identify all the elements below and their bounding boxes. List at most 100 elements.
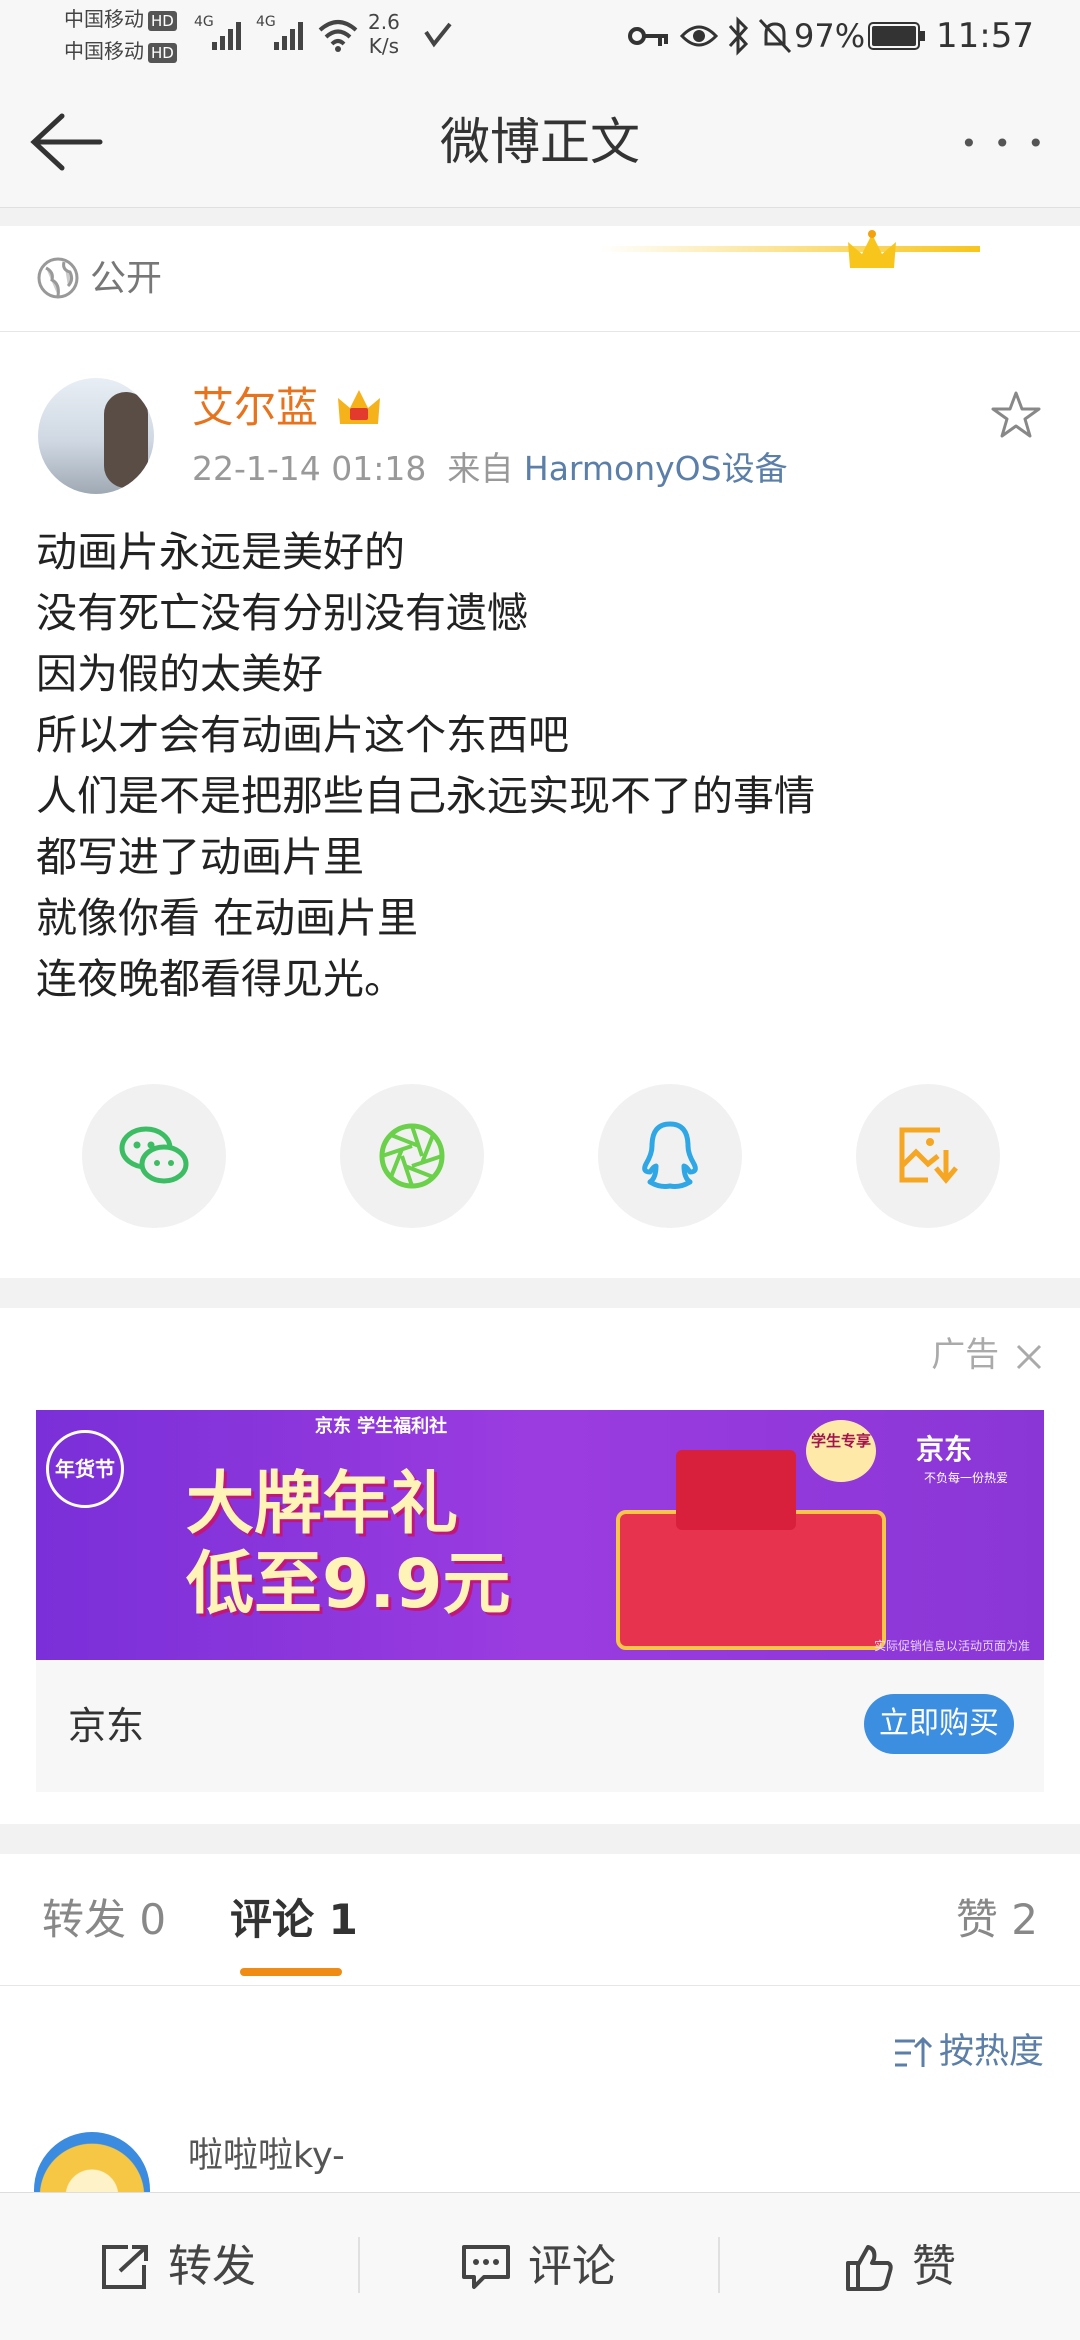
share-moments-button[interactable] xyxy=(340,1084,484,1228)
post-line: 因为假的太美好 xyxy=(36,650,323,698)
repost-icon xyxy=(102,2245,148,2289)
clock: 11:57 xyxy=(936,16,1034,56)
save-image-button[interactable] xyxy=(856,1084,1000,1228)
divider xyxy=(358,2237,360,2293)
hd-badge: HD xyxy=(148,11,177,31)
post-line: 动画片永远是美好的 xyxy=(36,528,405,576)
comment-label: 评论 xyxy=(528,2241,616,2292)
interaction-tabs: 转发 0 评论 1 赞 2 xyxy=(0,1854,1080,1986)
crown-decoration-line xyxy=(600,246,980,252)
tab-like[interactable]: 赞 2 xyxy=(956,1892,1038,1948)
share-wechat-button[interactable] xyxy=(82,1084,226,1228)
close-icon[interactable] xyxy=(1014,1342,1044,1372)
repost-label: 转发 xyxy=(168,2241,256,2292)
net-speed-value: 2.6 xyxy=(368,10,400,34)
visibility-row: 公开 xyxy=(0,226,1080,332)
top-nav: 微博正文 • • • xyxy=(0,72,1080,208)
divider xyxy=(718,2237,720,2293)
crown-icon xyxy=(848,230,896,268)
bottom-action-bar: 转发 评论 赞 xyxy=(0,2192,1080,2340)
save-image-icon xyxy=(899,1127,958,1184)
moments-aperture-icon xyxy=(379,1123,445,1189)
commenter-avatar[interactable] xyxy=(34,2132,150,2192)
hd-badge: HD xyxy=(148,43,177,63)
sort-label: 按热度 xyxy=(938,2032,1044,2072)
globe-icon xyxy=(37,257,79,299)
like-label: 赞 xyxy=(912,2241,956,2292)
favorite-star-icon[interactable] xyxy=(990,390,1042,440)
ad-brand: 京东 xyxy=(68,1704,145,1748)
battery-icon xyxy=(868,22,925,50)
post-line: 就像你看 在动画片里 xyxy=(36,894,419,942)
ad-headline-1: 大牌年礼 xyxy=(186,1465,459,1544)
comment-icon xyxy=(462,2245,510,2289)
more-menu-button[interactable]: • • • xyxy=(961,116,1048,172)
visibility-label: 公开 xyxy=(90,258,163,299)
post-line: 所以才会有动画片这个东西吧 xyxy=(36,711,569,759)
post-meta: 22-1-14 01:18 来自 HarmonyOS设备 xyxy=(192,446,788,492)
commenter-name[interactable]: 啦啦啦ky- xyxy=(188,2132,345,2180)
mute-bell-icon xyxy=(758,18,792,54)
post-time: 22-1-14 01:18 xyxy=(192,449,427,488)
signal-icon xyxy=(274,22,303,50)
post-line: 人们是不是把那些自己永远实现不了的事情 xyxy=(36,772,815,820)
ad-jd-logo: 京东 xyxy=(916,1433,973,1466)
avatar-figure xyxy=(104,392,148,488)
carrier-1: 中国移动 HD xyxy=(64,6,177,32)
bluetooth-icon xyxy=(728,16,749,56)
post-line: 没有死亡没有分别没有遗憾 xyxy=(36,589,528,637)
thumbs-up-icon xyxy=(846,2245,893,2291)
post-content: 动画片永远是美好的 没有死亡没有分别没有遗憾 因为假的太美好 所以才会有动画片这… xyxy=(36,522,1046,1010)
signal-icon xyxy=(212,22,241,50)
ad-banner[interactable]: 年货节 京东 学生福利社 大牌年礼 低至9.9元 学生专享 京东 不负每一份热爱… xyxy=(36,1410,1044,1660)
ad-tag[interactable]: 广告 xyxy=(931,1332,1044,1378)
net-speed: 2.6 K/s xyxy=(368,10,400,58)
carrier-2-label: 中国移动 xyxy=(64,39,144,63)
eye-icon xyxy=(680,25,718,47)
key-icon xyxy=(628,27,668,46)
comments-section: 按热度 啦啦啦ky- xyxy=(0,1986,1080,2192)
ad-gift-box xyxy=(676,1450,796,1530)
wifi-icon xyxy=(318,20,358,52)
ad-card: 广告 年货节 京东 学生福利社 大牌年礼 低至9.9元 学生专享 京东 不负每一… xyxy=(0,1308,1080,1824)
sort-button[interactable]: 按热度 xyxy=(893,2028,1044,2076)
wechat-icon xyxy=(119,1126,189,1184)
page-title: 微博正文 xyxy=(440,113,640,171)
ad-banner-sub: 京东 学生福利社 xyxy=(314,1416,448,1437)
qq-penguin-icon xyxy=(642,1121,698,1189)
comment-button[interactable]: 评论 xyxy=(460,2237,616,2297)
ad-note: 实际促销信息以活动页面为准 xyxy=(873,1639,1030,1653)
buy-now-button[interactable]: 立即购买 xyxy=(864,1694,1014,1754)
battery-percent: 97% xyxy=(794,17,866,55)
post-source-link[interactable]: HarmonyOS设备 xyxy=(524,449,788,488)
page: 中国移动 HD 中国移动 HD 4G 4G 2.6 K/s 97% 11:57 … xyxy=(0,0,1080,2340)
author-name[interactable]: 艾尔蓝 xyxy=(192,380,318,436)
active-tab-indicator xyxy=(240,1968,342,1976)
vip-crown-icon[interactable] xyxy=(336,386,382,430)
check-icon xyxy=(424,22,452,48)
ad-headline-2: 低至9.9元 xyxy=(186,1545,511,1624)
tab-repost[interactable]: 转发 0 xyxy=(42,1892,166,1948)
net-type-1: 4G xyxy=(194,14,214,30)
carrier-2: 中国移动 HD xyxy=(64,38,177,64)
author-avatar[interactable] xyxy=(38,378,154,494)
carrier-1-label: 中国移动 xyxy=(64,7,144,31)
like-button[interactable]: 赞 xyxy=(844,2237,956,2297)
sort-icon xyxy=(894,2036,933,2067)
ad-student-badge: 学生专享 xyxy=(806,1420,876,1482)
ad-label: 广告 xyxy=(931,1335,1000,1375)
ad-slogan: 不负每一份热爱 xyxy=(924,1471,1009,1485)
net-speed-unit: K/s xyxy=(368,34,400,58)
ad-gift-basket xyxy=(616,1510,886,1650)
tab-comment[interactable]: 评论 1 xyxy=(230,1892,358,1948)
post-line: 连夜晚都看得见光。 xyxy=(36,955,405,1003)
post-line: 都写进了动画片里 xyxy=(36,833,364,881)
post-card: 艾尔蓝 22-1-14 01:18 来自 HarmonyOS设备 动画片永远是美… xyxy=(0,332,1080,1278)
net-type-2: 4G xyxy=(256,14,276,30)
repost-button[interactable]: 转发 xyxy=(100,2237,256,2297)
ad-badge: 年货节 xyxy=(46,1430,124,1508)
share-qq-button[interactable] xyxy=(598,1084,742,1228)
post-from-label: 来自 xyxy=(447,449,514,488)
status-bar: 中国移动 HD 中国移动 HD 4G 4G 2.6 K/s 97% 11:57 xyxy=(0,0,1080,72)
ad-footer: 京东 立即购买 xyxy=(36,1660,1044,1792)
